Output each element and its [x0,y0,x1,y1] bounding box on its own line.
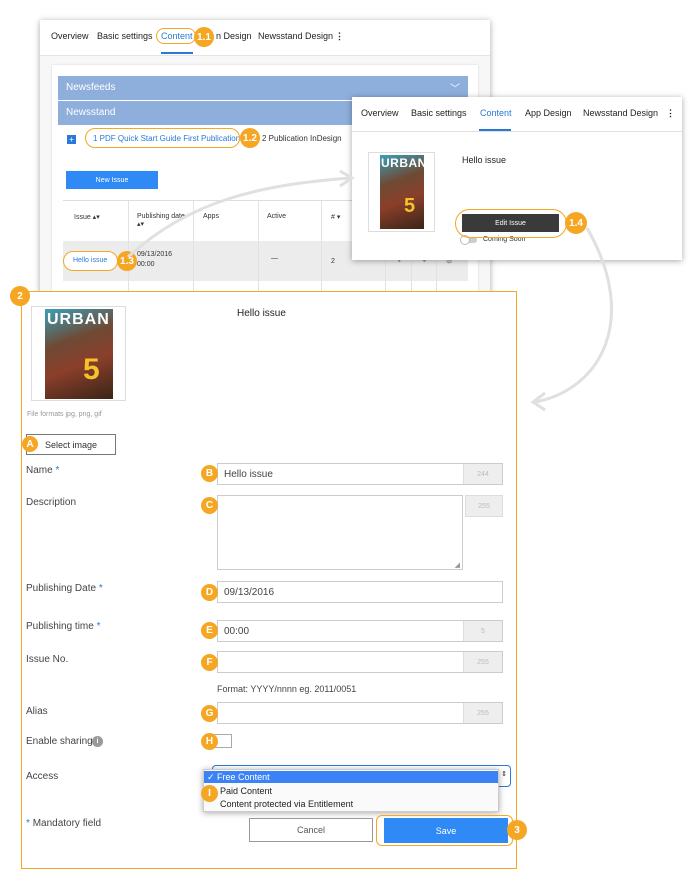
publishing-time-value: 00:00 [224,625,250,637]
access-dropdown-list[interactable]: ✓ Free Content Paid Content Content prot… [203,769,507,812]
publishing-time-field[interactable]: 00:00 5 [217,620,503,642]
info-icon[interactable]: i [92,736,103,747]
publishing-date-label: Publishing Date * [26,583,103,594]
annotation-badge-3: 3 [507,820,527,840]
cover-five: 5 [83,353,100,386]
mandatory-note: * Mandatory field [26,818,102,829]
annotation-badge-b: B [201,465,218,482]
file-formats-note: File formats jpg, png, gif [27,411,102,418]
resize-handle-icon[interactable]: ◢ [455,561,460,569]
annotation-badge-2: 2 [10,286,30,306]
cover-preview-frame: URBAN 5 [31,306,126,401]
access-option-paid[interactable]: Paid Content [220,786,272,796]
annotation-badge-f: F [201,654,218,671]
description-textarea[interactable]: ◢ [217,495,463,570]
name-value: Hello issue [224,468,273,480]
publishing-date-field[interactable]: 09/13/2016 [217,581,503,603]
annotation-badge-g: G [201,705,218,722]
description-counter: 255 [465,495,503,517]
publishing-time-label: Publishing time * [26,621,101,632]
access-label: Access [26,771,59,782]
annotation-badge-d: D [201,584,218,601]
alias-field[interactable]: 255 [217,702,503,724]
annotation-badge-a: A [22,436,38,452]
issue-no-field[interactable]: 255 [217,651,503,673]
enable-sharing-label: Enable sharing [26,736,93,747]
arrow-to-form [534,227,614,404]
select-arrows-icon: ⇕ [501,771,507,778]
cancel-label: Cancel [296,825,325,835]
annotation-badge-c: C [201,497,218,514]
access-option-entitlement[interactable]: Content protected via Entitlement [220,799,353,809]
alias-label: Alias [26,706,48,717]
issue-no-label: Issue No. [26,654,69,665]
annotation-badge-h: H [201,733,218,750]
annotation-badge-e: E [201,622,218,639]
description-label: Description [26,497,77,508]
cover-title: URBAN [47,311,110,328]
select-image-label: Select image [44,439,98,450]
select-image-button[interactable]: Select image [26,434,116,455]
publishing-date-value: 09/13/2016 [224,586,275,598]
alias-counter: 255 [463,703,502,723]
save-label: Save [435,825,457,836]
cover-image: URBAN 5 [45,309,113,399]
name-counter: 244 [463,464,502,484]
form-title: Hello issue [237,308,286,319]
publishing-time-counter: 5 [463,621,502,641]
annotation-badge-i: I [201,785,218,802]
access-option-free[interactable]: ✓ Free Content [204,771,498,783]
name-field[interactable]: Hello issue 244 [217,463,503,485]
save-button[interactable]: Save [384,818,508,843]
cancel-button[interactable]: Cancel [249,818,373,842]
name-label: Name * [26,465,60,476]
arrow-to-popup [126,176,351,259]
format-hint: Format: YYYY/nnnn eg. 2011/0051 [217,684,357,694]
issue-no-counter: 255 [463,652,502,672]
